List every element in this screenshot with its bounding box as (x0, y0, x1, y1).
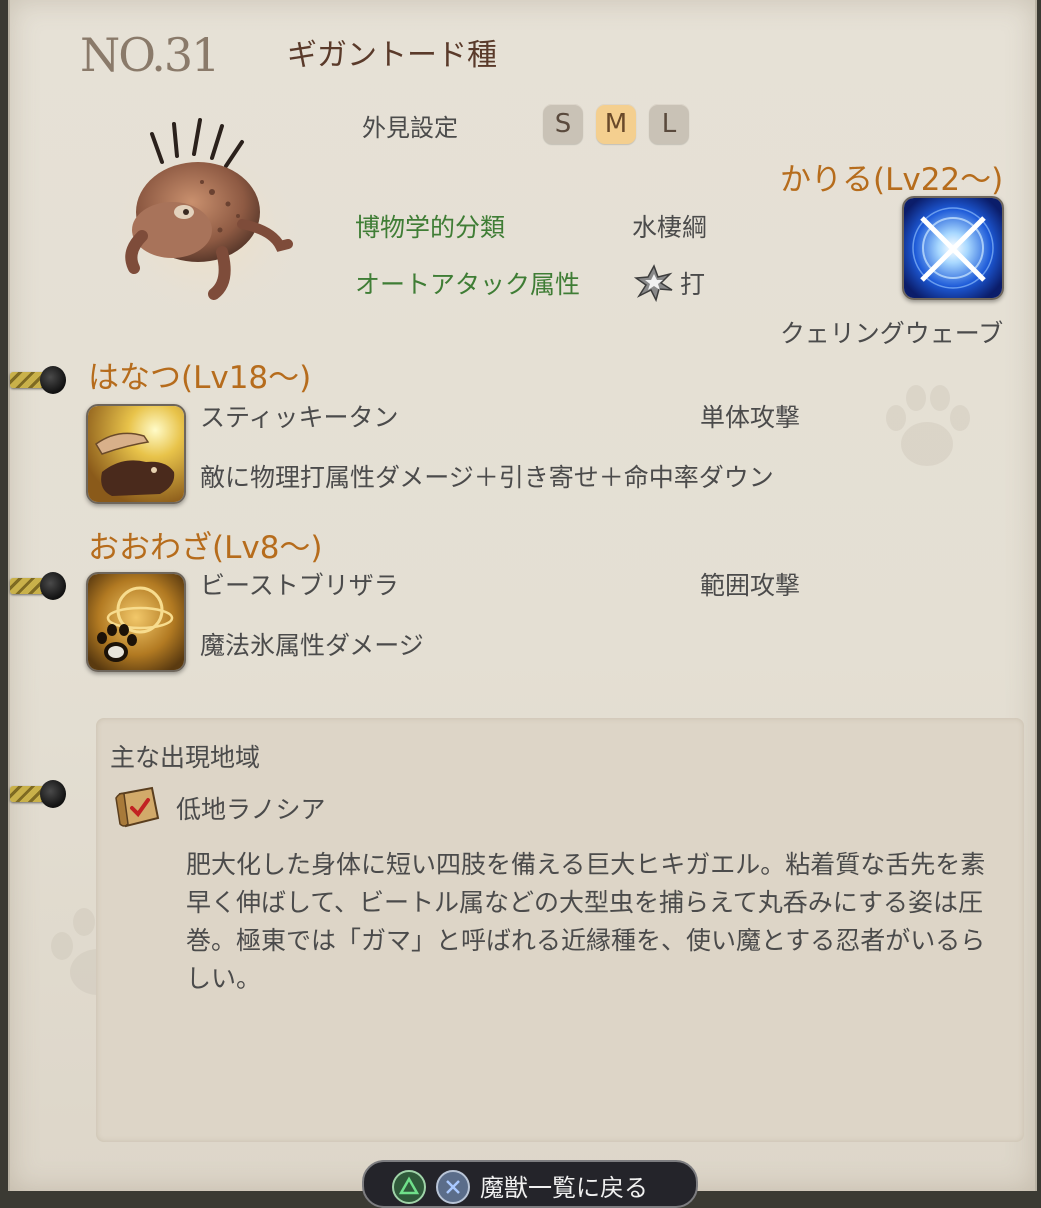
hanatsu-target: 単体攻撃 (700, 403, 801, 432)
blunt-attack-icon (634, 264, 673, 302)
hanatsu-skill-name: スティッキータン (200, 403, 399, 432)
binder-ring (10, 364, 66, 396)
classification-label: 博物学的分類 (355, 213, 506, 242)
beast-blizzara-icon[interactable] (86, 572, 186, 672)
appearance-label: 外見設定 (362, 114, 458, 142)
quelling-wave-icon[interactable] (902, 196, 1004, 300)
habitat-region-link[interactable]: 低地ラノシア (176, 790, 326, 826)
binder-ring (10, 570, 66, 602)
beast-name: ギガントード種 (287, 38, 497, 73)
map-scroll-icon (115, 786, 160, 828)
classification-value: 水棲綱 (632, 213, 708, 242)
oowaza-skill-name: ビーストブリザラ (200, 571, 399, 600)
size-s-button[interactable]: S (543, 104, 583, 144)
beast-entry-page: NO.31 ギガントード種 外見設定 S M L 博物学的分類 水棲綱 オートア… (8, 0, 1037, 1208)
sticky-tongue-icon[interactable] (86, 404, 186, 504)
auto-attack-value: 打 (680, 270, 706, 299)
gigantoad-portrait (106, 118, 306, 310)
oowaza-title: おおわざ(Lv8～) (88, 530, 323, 566)
size-m-button[interactable]: M (596, 104, 636, 144)
cross-button-icon (436, 1170, 470, 1204)
hanatsu-effect: 敵に物理打属性ダメージ＋引き寄せ＋命中率ダウン (200, 463, 774, 492)
triangle-button-icon (392, 1170, 426, 1204)
entry-number: NO.31 (80, 28, 220, 82)
oowaza-effect: 魔法氷属性ダメージ (200, 631, 424, 660)
paw-print-watermark-icon (886, 385, 970, 466)
back-label: 魔獣一覧に戻る (480, 1174, 648, 1202)
auto-attack-label: オートアタック属性 (355, 270, 581, 299)
habitat-label: 主な出現地域 (110, 743, 261, 772)
kariru-title: かりる(Lv22～) (780, 162, 1004, 198)
kariru-skill-name: クェリングウェーブ (780, 319, 1004, 348)
binder-ring (10, 778, 66, 810)
beast-description: 肥大化した身体に短い四肢を備える巨大ヒキガエル。粘着質な舌先を素早く伸ばして、ビ… (186, 850, 986, 993)
back-to-list-button[interactable]: 魔獣一覧に戻る (362, 1160, 698, 1208)
hanatsu-title: はなつ(Lv18～) (88, 360, 312, 396)
oowaza-target: 範囲攻撃 (700, 571, 801, 600)
size-l-button[interactable]: L (649, 104, 689, 144)
